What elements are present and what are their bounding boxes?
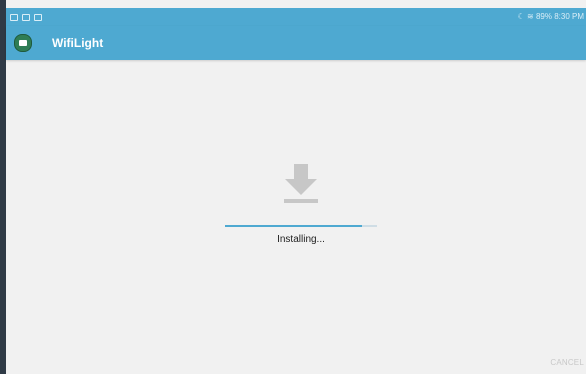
notification-icon [34,13,42,21]
notification-icon [22,13,30,21]
battery-time-text: 89% 8:30 PM [535,12,584,21]
install-progress-bar [225,225,377,227]
app-icon [14,34,32,52]
status-indicators: ☾ ≋ 89% 8:30 PM [518,8,584,26]
install-progress-fill [225,225,362,227]
status-bar: ☾ ≋ 89% 8:30 PM [6,8,586,26]
cancel-button[interactable]: CANCEL [550,358,584,367]
install-screen: ☾ ≋ 89% 8:30 PM WifiLight Installing... … [0,0,586,374]
notification-icon [10,13,18,21]
app-bar: WifiLight [6,26,586,60]
app-title: WifiLight [52,36,104,50]
notification-icons [10,8,42,26]
download-icon [284,164,318,203]
installing-status: Installing... [277,234,325,245]
app-icon-glyph [19,40,27,46]
signal-icons: ☾ ≋ [517,12,536,21]
